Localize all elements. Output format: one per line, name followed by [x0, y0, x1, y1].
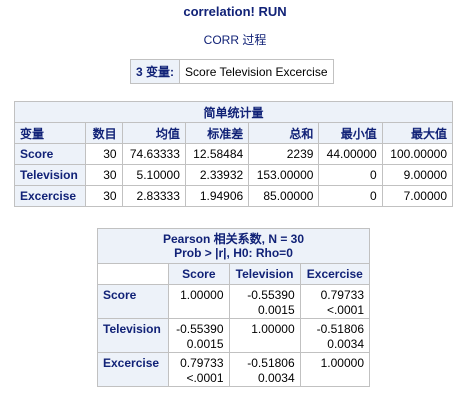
correlation-cell: 1.00000	[168, 284, 230, 319]
correlation-cell: -0.51806 0.0034	[299, 318, 371, 353]
table-cell: 12.58484	[184, 143, 250, 165]
coefficient: 1.00000	[320, 356, 364, 370]
table-cell: 100.00000	[381, 143, 454, 165]
p-value: <.0001	[186, 371, 224, 385]
correlation-cell: 0.79733 <.0001	[168, 352, 230, 387]
simple-statistics-caption: 简单统计量	[14, 101, 453, 123]
table-row: Score 30 74.63333 12.58484 2239 44.00000…	[13, 143, 454, 165]
variables-label: 3 变量:	[129, 59, 181, 84]
table-cell: 0	[318, 164, 383, 186]
table-cell: 7.00000	[381, 185, 454, 207]
p-value: 0.0034	[327, 337, 364, 351]
row-header: Television	[13, 164, 87, 186]
coefficient: 0.79733	[320, 288, 364, 302]
coefficient: -0.51806	[316, 322, 364, 336]
correlation-cell: 1.00000	[299, 352, 371, 387]
table-cell: 0	[318, 185, 383, 207]
table-cell: 85.00000	[248, 185, 320, 207]
p-value: 0.0015	[257, 303, 295, 317]
row-header: Television	[96, 318, 170, 353]
coefficient: 0.79733	[180, 356, 224, 370]
row-header: Score	[13, 143, 87, 165]
corner-cell	[96, 263, 170, 285]
correlation-cell: -0.55390 0.0015	[168, 318, 230, 353]
column-header: Television	[228, 263, 301, 285]
coefficient: 1.00000	[251, 322, 295, 336]
table-cell: 2239	[248, 143, 320, 165]
pearson-correlation-table: Pearson 相关系数, N = 30 Prob > |r|, H0: Rho…	[96, 228, 371, 387]
simple-statistics-header-row: 变量 数目 均值 标准差 总和 最小值 最大值	[13, 122, 454, 144]
table-cell: 30	[85, 143, 123, 165]
procedure-title: CORR 过程	[203, 33, 267, 47]
row-header: Excercise	[13, 185, 87, 207]
table-row: Excercise 30 2.83333 1.94906 85.00000 0 …	[13, 185, 454, 207]
pearson-header-row: Score Television Excercise	[96, 263, 371, 285]
simple-statistics-table: 简单统计量 变量 数目 均值 标准差 总和 最小值 最大值 Score 30 7…	[13, 101, 454, 207]
table-row: Excercise 0.79733 <.0001 -0.51806 0.0034 1…	[96, 352, 371, 387]
table-cell: 30	[85, 164, 123, 186]
pearson-caption: Pearson 相关系数, N = 30 Prob > |r|, H0: Rho…	[97, 228, 370, 264]
p-value: 0.0015	[186, 337, 224, 351]
column-header: 总和	[248, 122, 320, 144]
column-header: 变量	[13, 122, 87, 144]
column-header: 数目	[85, 122, 123, 144]
table-cell: 153.00000	[248, 164, 320, 186]
variables-value: Score Television Excercise	[179, 59, 334, 84]
table-cell: 5.10000	[121, 164, 186, 186]
correlation-cell: 0.79733 <.0001	[299, 284, 371, 319]
table-row: Score 1.00000 -0.55390 0.0015 0.79733 <.00…	[96, 284, 371, 319]
pearson-caption-line2: Prob > |r|, H0: Rho=0	[174, 246, 293, 260]
correlation-cell: 1.00000	[228, 318, 301, 353]
coefficient: 1.00000	[180, 288, 224, 302]
pearson-caption-line1: Pearson 相关系数, N = 30	[162, 232, 305, 246]
table-cell: 9.00000	[381, 164, 454, 186]
correlation-cell: -0.55390 0.0015	[228, 284, 301, 319]
table-row: Television 30 5.10000 2.33932 153.00000 …	[13, 164, 454, 186]
column-header: 最大值	[381, 122, 454, 144]
correlation-cell: -0.51806 0.0034	[228, 352, 301, 387]
column-header: 标准差	[184, 122, 250, 144]
table-cell: 30	[85, 185, 123, 207]
table-row: Television -0.55390 0.0015 1.00000 -0.518…	[96, 318, 371, 353]
coefficient: -0.55390	[176, 322, 224, 336]
coefficient: -0.51806	[247, 356, 295, 370]
p-value: 0.0034	[257, 371, 295, 385]
table-cell: 44.00000	[318, 143, 383, 165]
column-header: 均值	[121, 122, 186, 144]
table-cell: 2.33932	[184, 164, 250, 186]
variables-box: 3 变量: Score Television Excercise	[129, 59, 334, 84]
row-header: Excercise	[96, 352, 170, 387]
table-cell: 2.83333	[121, 185, 186, 207]
row-header: Score	[96, 284, 170, 319]
table-cell: 74.63333	[121, 143, 186, 165]
column-header: Excercise	[299, 263, 371, 285]
column-header: 最小值	[318, 122, 383, 144]
column-header: Score	[168, 263, 230, 285]
table-cell: 1.94906	[184, 185, 250, 207]
output-title: correlation! RUN	[183, 4, 287, 19]
p-value: <.0001	[326, 303, 364, 317]
coefficient: -0.55390	[247, 288, 295, 302]
